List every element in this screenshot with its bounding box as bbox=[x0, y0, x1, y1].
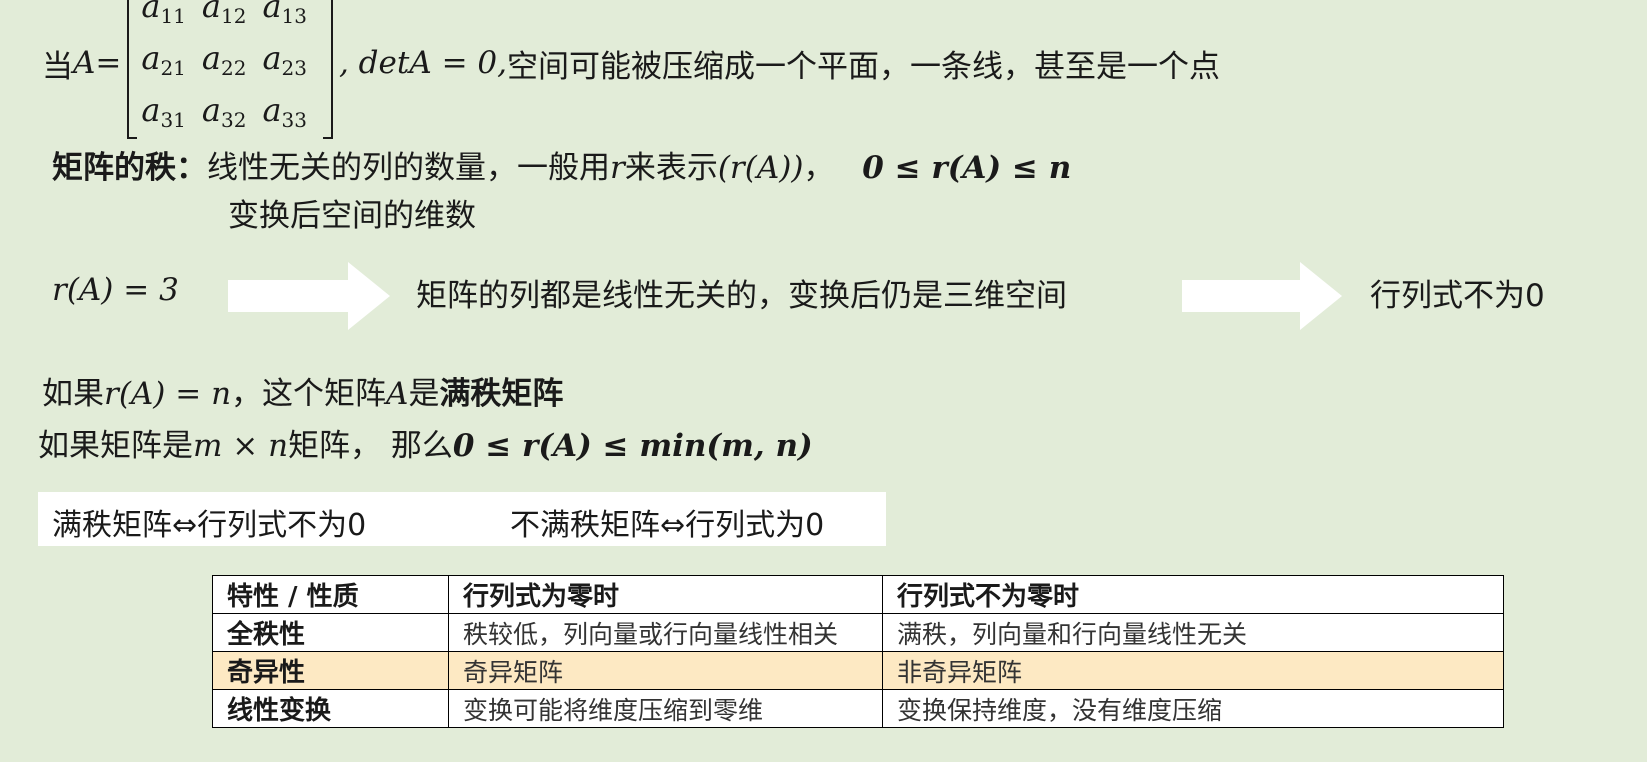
table-cell: 线性变换 bbox=[212, 689, 449, 728]
matrix-var-a: A bbox=[73, 45, 96, 81]
math-segment: A bbox=[386, 376, 409, 412]
matrix-a: a11 a12 a13 a21 a22 a23 a31 a32 a33 bbox=[127, 0, 333, 141]
table-header: 特性 / 性质 bbox=[212, 575, 449, 614]
matrix-cell: a21 bbox=[141, 39, 186, 80]
equals-sign: = bbox=[95, 45, 122, 81]
matrix-statement: 当 A = a11 a12 a13 a21 a22 a23 a31 a32 a3… bbox=[42, 0, 1220, 139]
determinant-nonzero-text: 行列式不为0 bbox=[1370, 278, 1545, 314]
matrix-cell: a12 bbox=[201, 0, 247, 28]
math-segment: r(A) = n bbox=[104, 376, 232, 412]
rank-notation: (r(A)) bbox=[717, 150, 804, 186]
table-cell: 秩较低，列向量或行向量线性相关 bbox=[448, 613, 883, 652]
rank-definition-line2: 变换后空间的维数 bbox=[228, 198, 476, 234]
matrix-cell: a32 bbox=[201, 91, 247, 132]
table-row: 线性变换 变换可能将维度压缩到零维 变换保持维度，没有维度压缩 bbox=[212, 689, 1504, 728]
table-cell: 满秩，列向量和行向量线性无关 bbox=[882, 613, 1504, 652]
table-cell: 非奇异矩阵 bbox=[882, 651, 1504, 690]
table-row: 全秩性 秩较低，列向量或行向量线性相关 满秩，列向量和行向量线性无关 bbox=[212, 613, 1504, 652]
table-cell: 变换保持维度，没有维度压缩 bbox=[882, 689, 1504, 728]
full-rank-equiv: 满秩矩阵⇔行列式不为0 bbox=[52, 508, 367, 543]
rank-equals-three: r(A) = 3 bbox=[52, 272, 179, 308]
rank-sep: ， bbox=[803, 150, 835, 186]
rank-def-text2: 来表示 bbox=[624, 150, 718, 186]
table-cell: 全秩性 bbox=[212, 613, 449, 652]
matrix-cell: a31 bbox=[141, 91, 186, 132]
table-cell: 变换可能将维度压缩到零维 bbox=[448, 689, 883, 728]
properties-table: 特性 / 性质 行列式为零时 行列式不为零时 全秩性 秩较低，列向量或行向量线性… bbox=[212, 575, 1504, 728]
rank-three-flow: r(A) = 3 矩阵的列都是线性无关的，变换后仍是三维空间 行列式不为0 bbox=[52, 262, 1647, 330]
math-segment: m × n bbox=[193, 428, 289, 464]
text-segment: 矩阵， 那么 bbox=[288, 428, 453, 464]
rank-min-bound: 0 ≤ r(A) ≤ min(m, n) bbox=[452, 428, 813, 464]
rank-term: 矩阵的秩： bbox=[52, 150, 207, 186]
prefix-text: 当 bbox=[42, 48, 73, 85]
matrix-cell: a11 bbox=[141, 0, 186, 28]
text-segment: 如果矩阵是 bbox=[38, 428, 193, 464]
columns-independent-text: 矩阵的列都是线性无关的，变换后仍是三维空间 bbox=[416, 278, 1067, 314]
compression-text: 空间可能被压缩成一个平面，一条线，甚至是一个点 bbox=[506, 48, 1220, 85]
equivalence-box: 满秩矩阵⇔行列式不为0 不满秩矩阵⇔行列式为0 bbox=[38, 492, 886, 546]
text-segment: 如果 bbox=[42, 376, 104, 412]
det-equation: , detA = 0, bbox=[338, 45, 507, 81]
matrix-cell: a33 bbox=[262, 91, 307, 132]
rank-bound-line: 如果矩阵是m × n矩阵， 那么0 ≤ r(A) ≤ min(m, n) bbox=[38, 420, 813, 465]
full-rank-line: 如果r(A) = n，这个矩阵A是满秩矩阵 bbox=[42, 368, 563, 413]
rank-definition: 矩阵的秩：线性无关的列的数量，一般用r来表示(r(A))， 0 ≤ r(A) ≤… bbox=[52, 142, 1071, 187]
rank-def-text: 线性无关的列的数量，一般用 bbox=[207, 150, 610, 186]
table-header: 行列式为零时 bbox=[448, 575, 883, 614]
table-row: 奇异性 奇异矩阵 非奇异矩阵 bbox=[212, 651, 1504, 690]
rank-symbol: r bbox=[610, 150, 625, 186]
matrix-cell: a13 bbox=[262, 0, 307, 28]
full-rank-term: 满秩矩阵 bbox=[439, 376, 564, 412]
rank-bound: 0 ≤ r(A) ≤ n bbox=[862, 150, 1072, 186]
table-cell: 奇异性 bbox=[212, 651, 449, 690]
table-header: 行列式不为零时 bbox=[882, 575, 1504, 614]
not-full-rank-equiv: 不满秩矩阵⇔行列式为0 bbox=[510, 508, 825, 543]
text-segment: ，这个矩阵 bbox=[231, 376, 387, 412]
table-header-row: 特性 / 性质 行列式为零时 行列式不为零时 bbox=[212, 575, 1504, 614]
right-arrow-icon bbox=[228, 262, 390, 330]
matrix-cell: a22 bbox=[201, 39, 247, 80]
right-arrow-icon bbox=[1182, 262, 1342, 330]
matrix-cell: a23 bbox=[262, 39, 307, 80]
table-cell: 奇异矩阵 bbox=[448, 651, 883, 690]
text-segment: 是 bbox=[408, 376, 440, 412]
